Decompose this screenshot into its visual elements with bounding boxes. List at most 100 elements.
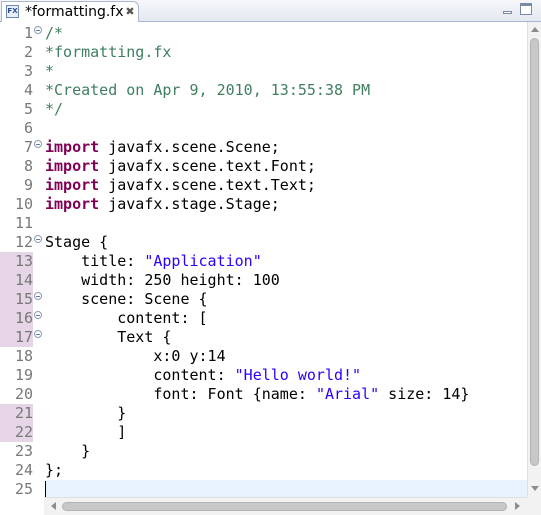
code-line[interactable]	[45, 214, 527, 233]
minimize-icon[interactable]	[500, 4, 515, 16]
code-token-plain: width: 250 height: 100	[45, 271, 280, 289]
code-line[interactable]: import javafx.stage.Stage;	[45, 195, 527, 214]
code-line[interactable]: content: "Hello world!"	[45, 366, 527, 385]
line-number: 11	[14, 214, 33, 232]
line-number: 12	[14, 233, 33, 251]
fold-collapse-icon[interactable]	[34, 26, 42, 34]
vertical-scroll-thumb[interactable]	[530, 38, 539, 466]
code-token-plain: scene: Scene {	[45, 290, 208, 308]
line-number-gutter: 1 2 3 4 5 6 7 8 9 10 11 12 13 14 15 16 17 18 19 20 21 22 23 24 2…	[0, 22, 44, 498]
code-line[interactable]: title: "Application"	[45, 252, 527, 271]
line-number: 18	[14, 347, 33, 365]
code-editor[interactable]: 1 2 3 4 5 6 7 8 9 10 11 12 13 14 15 16 17 18 19 20 21 22 23 24 2…	[0, 22, 541, 515]
scroll-right-arrow-icon[interactable]	[512, 501, 524, 512]
line-number: 20	[14, 385, 33, 403]
scrollbar-corner	[527, 497, 541, 515]
code-token-comment: /*	[45, 24, 64, 42]
code-line[interactable]: Text {	[45, 328, 527, 347]
fold-collapse-icon[interactable]	[34, 330, 42, 338]
code-token-plain: javafx.scene.text.Text;	[99, 176, 316, 194]
maximize-icon[interactable]	[520, 3, 532, 15]
line-number: 9	[23, 176, 33, 194]
scroll-left-arrow-icon[interactable]	[48, 501, 60, 512]
line-number: 17	[0, 328, 33, 347]
fold-collapse-icon[interactable]	[34, 235, 42, 243]
code-line[interactable]: content: [	[45, 309, 527, 328]
code-line[interactable]: scene: Scene {	[45, 290, 527, 309]
line-number: 14	[0, 271, 33, 290]
code-token-keyword: import	[45, 138, 100, 156]
scroll-down-arrow-icon[interactable]	[530, 483, 540, 495]
code-line[interactable]: Stage {	[45, 233, 527, 252]
code-token-plain: }	[45, 442, 91, 460]
code-line[interactable]: import javafx.scene.Scene;	[45, 138, 527, 157]
code-token-comment: */	[45, 100, 64, 118]
code-token-keyword: import	[45, 157, 100, 175]
line-number: 6	[23, 119, 33, 137]
fold-collapse-icon[interactable]	[34, 140, 42, 148]
code-line[interactable]: *formatting.fx	[45, 43, 527, 62]
code-token-comment: *formatting.fx	[45, 43, 172, 61]
code-line[interactable]: *	[45, 62, 527, 81]
code-line[interactable]: ]	[45, 423, 527, 442]
code-line[interactable]: font: Font {name: "Arial" size: 14}	[45, 385, 527, 404]
line-number: 19	[14, 366, 33, 384]
line-number: 13	[0, 252, 33, 271]
line-number: 3	[23, 62, 33, 80]
code-line[interactable]: import javafx.scene.text.Font;	[45, 157, 527, 176]
gutter-bottom	[0, 497, 44, 515]
code-line[interactable]: x:0 y:14	[45, 347, 527, 366]
code-token-comment: *	[45, 62, 55, 80]
code-token-plain: content:	[45, 366, 235, 384]
line-number: 2	[23, 43, 33, 61]
code-token-plain: font: Font {name:	[45, 385, 316, 403]
code-token-plain: javafx.stage.Stage;	[99, 195, 280, 213]
vertical-scrollbar[interactable]	[527, 22, 541, 497]
code-line[interactable]	[45, 119, 527, 138]
line-number: 22	[0, 423, 33, 442]
line-number: 23	[14, 442, 33, 460]
code-token-plain: javafx.scene.Scene;	[99, 138, 280, 156]
code-line[interactable]: /*	[45, 24, 527, 43]
code-token-plain: title:	[45, 252, 145, 270]
code-line[interactable]: }	[45, 404, 527, 423]
code-token-plain: ]	[45, 423, 127, 441]
code-token-plain: Text {	[45, 328, 172, 346]
scroll-up-arrow-icon[interactable]	[530, 24, 540, 36]
code-line[interactable]: width: 250 height: 100	[45, 271, 527, 290]
horizontal-scroll-thumb[interactable]	[62, 502, 507, 511]
code-area[interactable]: /* *formatting.fx * *Created on Apr 9, 2010…	[45, 22, 527, 499]
close-icon[interactable]: ✖	[124, 6, 136, 18]
line-number: 7	[23, 138, 33, 156]
code-token-plain: x:0 y:14	[45, 347, 226, 365]
code-token-plain: };	[45, 461, 64, 479]
code-line[interactable]: import javafx.scene.text.Text;	[45, 176, 527, 195]
code-token-keyword: import	[45, 176, 100, 194]
line-number: 4	[23, 81, 33, 99]
code-line[interactable]: }	[45, 442, 527, 461]
fold-collapse-icon[interactable]	[34, 311, 42, 319]
code-token-string: "Arial"	[315, 385, 380, 403]
horizontal-scrollbar[interactable]	[44, 497, 527, 515]
fx-file-icon: FX	[6, 5, 19, 18]
line-number: 16	[0, 309, 33, 328]
fold-collapse-icon[interactable]	[34, 292, 42, 300]
code-line[interactable]: };	[45, 461, 527, 480]
code-token-string: "Hello world!"	[234, 366, 362, 384]
line-number: 10	[14, 195, 33, 213]
text-caret	[45, 481, 46, 498]
code-token-plain: content: [	[45, 309, 208, 327]
code-token-plain: }	[45, 404, 127, 422]
line-number: 15	[0, 290, 33, 309]
code-token-plain: size: 14}	[379, 385, 470, 403]
line-number: 8	[23, 157, 33, 175]
editor-tab-formatting[interactable]: FX *formatting.fx ✖	[1, 1, 139, 22]
line-number: 24	[14, 461, 33, 479]
code-token-plain: javafx.scene.text.Font;	[99, 157, 316, 175]
editor-tab-bar: FX *formatting.fx ✖	[0, 0, 541, 22]
code-line[interactable]: *Created on Apr 9, 2010, 13:55:38 PM	[45, 81, 527, 100]
code-token-string: "Application"	[144, 252, 262, 270]
tab-label: *formatting.fx	[25, 4, 124, 20]
code-line[interactable]: */	[45, 100, 527, 119]
code-token-comment: *Created on Apr 9, 2010, 13:55:38 PM	[45, 81, 371, 99]
